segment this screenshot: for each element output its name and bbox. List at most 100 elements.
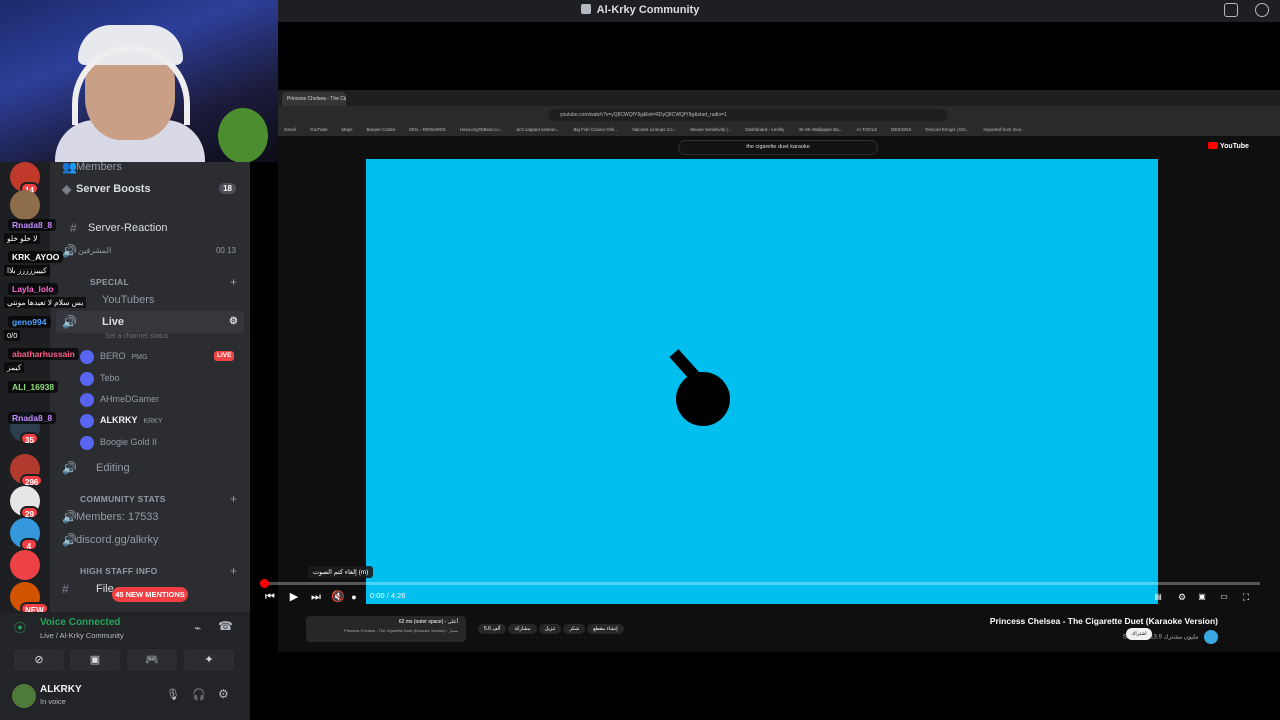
category-high-staff[interactable]: HIGH STAFF INFO <box>80 566 158 576</box>
hash-icon: # <box>62 582 69 596</box>
bookmark-item[interactable]: Gmail <box>284 127 296 132</box>
channel-invite[interactable]: 🔊 discord.gg/alkrky <box>56 529 244 551</box>
inbox-icon[interactable] <box>1224 3 1238 17</box>
server-icon[interactable] <box>10 190 40 220</box>
video-frame[interactable] <box>366 159 1158 604</box>
volume-muted-icon[interactable]: 🔇 <box>330 589 346 605</box>
bookmark-item[interactable]: Big Fish Casino Onli... <box>573 127 618 132</box>
chat-message-text: 0/0 <box>4 330 21 341</box>
speaker-icon: 🔊 <box>62 510 77 524</box>
video-progress-bar[interactable] <box>260 579 1260 588</box>
bookmark-item[interactable]: MOL - REWARDS <box>409 127 445 132</box>
bookmark-item[interactable]: HowLongToBeat.co... <box>460 127 503 132</box>
bookmark-item[interactable]: Maps <box>341 127 352 132</box>
user-panel: ALKRKY In voice 🎙 🎧 ⚙ <box>0 676 250 720</box>
miniplayer-icon[interactable]: ▣ <box>1194 589 1210 605</box>
voice-user[interactable]: AHmeDGamer <box>80 389 159 409</box>
moderators-label: المشرفين <box>78 246 112 255</box>
members-icon: 👥 <box>62 162 77 174</box>
moderators-counts: 00 13 <box>215 246 236 255</box>
browser-tab[interactable]: Princess Chelsea - The Cig <box>282 92 346 106</box>
subtitles-icon[interactable]: ▤ <box>1150 589 1166 605</box>
channel-status-placeholder[interactable]: Set a channel status <box>105 333 168 340</box>
fullscreen-icon[interactable]: ⛶ <box>1238 589 1254 605</box>
voice-user[interactable]: ALKRKY KRKY <box>80 410 163 430</box>
song-info-box[interactable]: 62 ms (outer space) - أعلى Princess Chel… <box>306 616 466 642</box>
youtube-logo[interactable]: YouTube <box>1208 142 1249 150</box>
channel-live[interactable]: 🔊 Live ⚙ <box>56 311 244 333</box>
voice-user-tag: PMG <box>129 354 148 361</box>
channel-settings-icon[interactable]: ⚙ <box>229 311 238 333</box>
window-title-text: Al-Krky Community <box>596 4 700 16</box>
soundboard-button[interactable]: ✦ <box>184 649 234 671</box>
channel-members-count[interactable]: 🔊 Members: 17533 <box>56 506 244 528</box>
disconnect-icon[interactable]: ☎ <box>218 619 233 633</box>
user-settings-icon[interactable]: ⚙ <box>218 687 229 701</box>
headphones-icon[interactable]: 🎧 <box>192 688 206 701</box>
server-mention-badge: 4 <box>20 538 38 551</box>
channel-members-label: Members <box>76 162 122 173</box>
channel-moderators[interactable]: 🔊 المشرفين 00 13 <box>56 240 244 262</box>
voice-user-name: BERO <box>100 351 126 361</box>
video-action-button[interactable]: شكر <box>563 624 586 634</box>
bookmark-item[interactable]: AI TOOLS <box>857 127 878 132</box>
volume-slider-knob[interactable]: ● <box>346 589 362 605</box>
username[interactable]: ALKRKY <box>40 684 82 695</box>
next-icon[interactable]: ⏭ <box>308 589 324 605</box>
add-channel-icon[interactable]: + <box>230 492 237 506</box>
whistle-graphic <box>676 372 730 426</box>
channel-server-reaction[interactable]: # Server-Reaction <box>56 217 244 239</box>
browser-tabbar: Princess Chelsea - The Cig <box>278 90 1280 106</box>
play-icon[interactable]: ▶ <box>286 589 302 605</box>
channel-members[interactable]: 👥 Members <box>56 162 244 178</box>
add-channel-icon[interactable]: + <box>230 275 237 289</box>
channel-server-boosts[interactable]: ◈ Server Boosts 18 <box>56 178 244 200</box>
noise-suppression-icon[interactable]: ⌁ <box>194 621 201 635</box>
bookmark-item[interactable]: dc3 capped valoran... <box>516 127 559 132</box>
channel-avatar[interactable] <box>1204 630 1218 644</box>
bookmark-item[interactable]: Valorant Lineups Co... <box>632 127 676 132</box>
category-special[interactable]: SPECIAL <box>90 277 129 287</box>
url-field[interactable]: youtube.com/watch?v=yQ8CWQfY9g&list=RDyQ… <box>548 109 948 121</box>
microphone-icon[interactable]: 🎙 <box>166 688 180 701</box>
bookmark-item[interactable]: Discord Emojis | Dis... <box>925 127 969 132</box>
bookmark-item[interactable]: Beeper Codes <box>366 127 395 132</box>
camera-off-button[interactable]: ⊘ <box>14 649 64 671</box>
chat-username: geno994 <box>8 316 51 328</box>
category-community-stats[interactable]: COMMUNITY STATS <box>80 494 166 504</box>
bookmark-item[interactable]: YouTube <box>310 127 328 132</box>
video-info: Princess Chelsea - The Cigarette Duet (K… <box>278 612 1280 652</box>
bookmark-item[interactable]: DESIGNS <box>891 127 911 132</box>
server-icon[interactable] <box>10 550 40 580</box>
previous-icon[interactable]: ⏮ <box>262 589 278 605</box>
video-action-button[interactable]: مشاركة <box>508 624 537 634</box>
server-mention-badge: 35 <box>20 432 39 445</box>
youtube-header: the cigarette duet karaoke YouTube <box>278 138 1280 158</box>
activity-button[interactable]: 🎮 <box>127 649 177 671</box>
voice-status[interactable]: Voice Connected <box>40 617 120 628</box>
channel-editing[interactable]: 🔊 Editing <box>56 457 244 479</box>
editing-label: Editing <box>96 462 130 474</box>
video-action-button[interactable]: إنشاء مقطع <box>587 624 624 634</box>
bookmark-item[interactable]: Imported from Goo... <box>983 127 1025 132</box>
bookmark-item[interactable]: Dashboard - Lemlly <box>745 127 784 132</box>
video-action-button[interactable]: 5.6 ألف <box>478 624 507 634</box>
voice-user[interactable]: BERO PMG <box>80 346 147 366</box>
voice-user[interactable]: Boogie Gold II <box>80 432 157 452</box>
youtube-search-input[interactable]: the cigarette duet karaoke <box>678 140 878 155</box>
avatar[interactable] <box>12 684 36 708</box>
voice-user-tag: KRKY <box>141 418 163 425</box>
screenshare-button[interactable]: ▣ <box>70 649 120 671</box>
video-action-button[interactable]: تنزيل <box>538 624 562 634</box>
bookmark-item[interactable]: Mouse Sensitivity |... <box>690 127 731 132</box>
theater-icon[interactable]: ▭ <box>1216 589 1232 605</box>
new-mentions-button[interactable]: 45 NEW MENTIONS <box>112 587 188 602</box>
signal-icon[interactable]: ⦿ <box>14 619 32 637</box>
settings-icon[interactable]: ⚙ <box>1174 589 1190 605</box>
add-channel-icon[interactable]: + <box>230 564 237 578</box>
voice-location[interactable]: Live / Al-Krky Community <box>40 631 124 640</box>
bookmark-item[interactable]: 4K 8K Wallpaper Ba... <box>798 127 842 132</box>
subscribe-button[interactable]: اشتراك <box>1126 628 1152 640</box>
help-icon[interactable] <box>1255 3 1269 17</box>
voice-user[interactable]: Tebo <box>80 368 120 388</box>
